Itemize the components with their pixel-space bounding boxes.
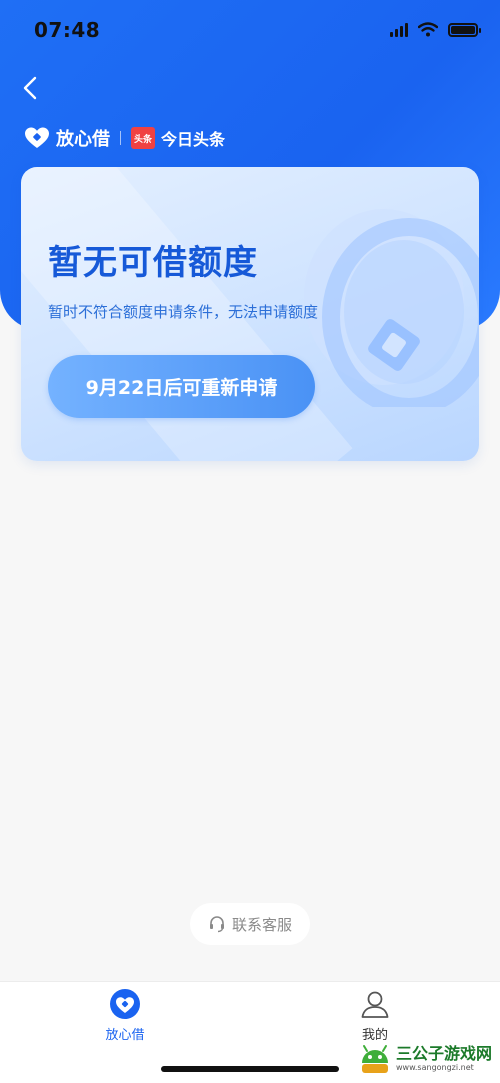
status-icons bbox=[390, 22, 481, 37]
tab-mine-label: 我的 bbox=[361, 1028, 388, 1043]
contact-support-button[interactable]: 联系客服 bbox=[190, 903, 310, 945]
user-icon bbox=[361, 991, 389, 1018]
card-title: 暂无可借额度 bbox=[48, 243, 258, 283]
brand-divider bbox=[120, 131, 121, 145]
tab-loan-label: 放心借 bbox=[105, 1028, 145, 1043]
contact-support-label: 联系客服 bbox=[231, 915, 292, 934]
status-bar: 07:48 bbox=[0, 0, 500, 60]
watermark-url: www.sangongzi.net bbox=[395, 1063, 474, 1072]
site-watermark: 三公子游戏网 www.sangongzi.net bbox=[358, 1043, 492, 1075]
back-arrow-icon[interactable] bbox=[16, 72, 46, 104]
partner-badge: 头条 bbox=[131, 127, 155, 149]
status-time: 07:48 bbox=[34, 18, 101, 42]
home-indicator bbox=[161, 1066, 339, 1072]
cellular-signal-icon bbox=[390, 22, 408, 37]
heart-logo-icon bbox=[25, 127, 49, 148]
tab-loan[interactable]: 放心借 bbox=[75, 988, 175, 1050]
partner-name: 今日头条 bbox=[161, 130, 226, 149]
credit-status-card: 暂无可借额度 暂时不符合额度申请条件，无法申请额度 9月22日后可重新申请 bbox=[21, 167, 479, 461]
android-mascot-icon bbox=[361, 1045, 388, 1073]
reapply-date-button[interactable]: 9月22日后可重新申请 bbox=[48, 355, 315, 418]
card-subtitle: 暂时不符合额度申请条件，无法申请额度 bbox=[48, 303, 319, 321]
wifi-icon bbox=[418, 22, 438, 37]
battery-icon bbox=[448, 22, 481, 37]
headset-icon bbox=[209, 916, 224, 933]
tab-mine[interactable]: 我的 bbox=[325, 988, 425, 1050]
brand-name: 放心借 bbox=[56, 129, 110, 150]
brand-row: 放心借 头条 今日头条 bbox=[24, 124, 225, 152]
watermark-title: 三公子游戏网 bbox=[395, 1044, 492, 1063]
loan-logo-icon bbox=[110, 989, 140, 1019]
